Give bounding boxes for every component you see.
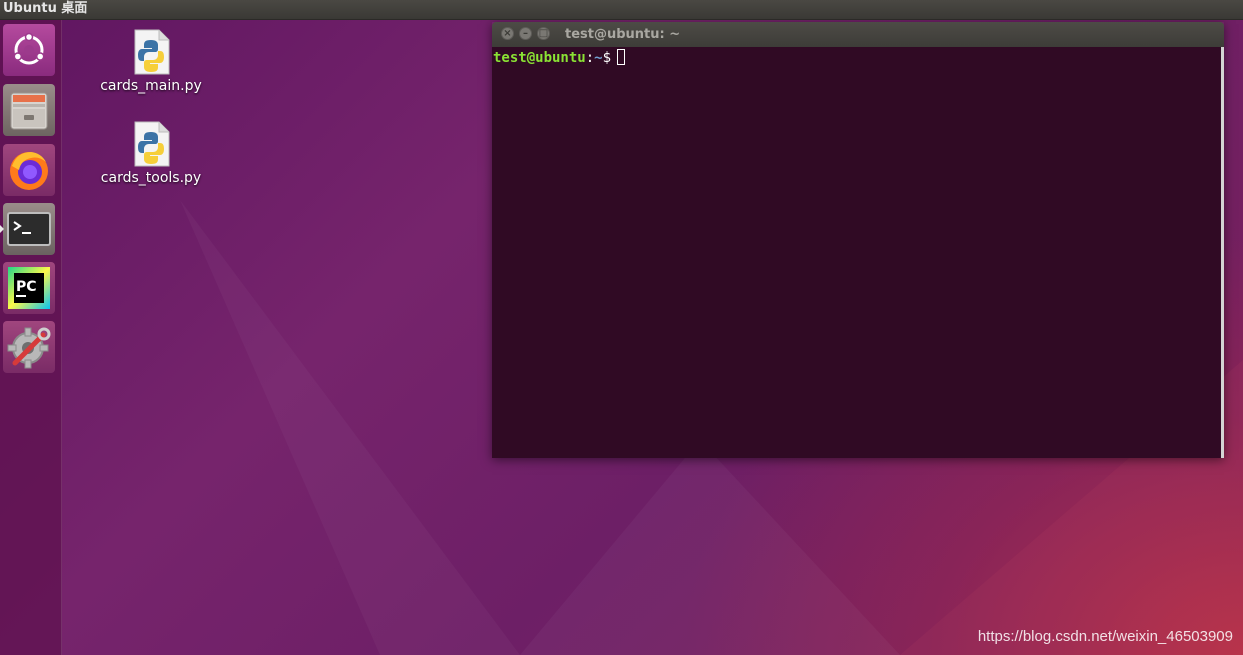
settings-icon <box>7 327 51 369</box>
pycharm-glyph: PC <box>16 279 37 295</box>
top-panel-title: Ubuntu 桌面 <box>3 1 88 16</box>
terminal-body[interactable]: test@ubuntu:~$ <box>492 47 1224 458</box>
files-button[interactable] <box>3 84 55 136</box>
minimize-button[interactable]: – <box>519 27 532 40</box>
ubuntu-dash-icon <box>13 32 45 65</box>
terminal-icon <box>7 212 51 246</box>
watermark: https://blog.csdn.net/weixin_46503909 <box>977 628 1233 645</box>
firefox-button[interactable] <box>3 144 55 196</box>
pycharm-icon: PC <box>8 267 50 309</box>
prompt-dollar: $ <box>602 50 612 66</box>
desktop-file-label: cards_main.py <box>100 78 202 94</box>
pycharm-button[interactable]: PC <box>3 262 55 314</box>
launcher: PC <box>0 20 62 655</box>
desktop-file-label: cards_tools.py <box>100 170 202 186</box>
python-file-icon <box>134 29 170 75</box>
desktop-file-cards-main[interactable]: cards_main.py <box>96 28 206 94</box>
prompt-user: test@ubuntu <box>493 50 586 66</box>
terminal-button[interactable] <box>3 203 55 255</box>
terminal-cursor <box>617 49 626 65</box>
terminal-window[interactable]: × – □ test@ubuntu: ~ test@ubuntu:~$ <box>492 22 1224 458</box>
terminal-titlebar[interactable]: × – □ test@ubuntu: ~ <box>492 22 1224 47</box>
terminal-prompt-line: test@ubuntu:~$ <box>493 49 626 67</box>
terminal-running-indicator <box>0 225 4 233</box>
firefox-icon <box>10 152 48 190</box>
close-button[interactable]: × <box>501 27 514 40</box>
terminal-title: test@ubuntu: ~ <box>565 27 681 42</box>
maximize-button[interactable]: □ <box>537 27 550 40</box>
top-panel: Ubuntu 桌面 <box>0 0 1243 20</box>
prompt-path: ~ <box>594 50 603 66</box>
settings-button[interactable] <box>3 321 55 373</box>
prompt-separator: : <box>585 50 595 66</box>
python-file-icon <box>134 121 170 167</box>
ubuntu-dash-button[interactable] <box>3 24 55 76</box>
files-icon <box>10 92 48 130</box>
desktop-file-cards-tools[interactable]: cards_tools.py <box>96 120 206 186</box>
